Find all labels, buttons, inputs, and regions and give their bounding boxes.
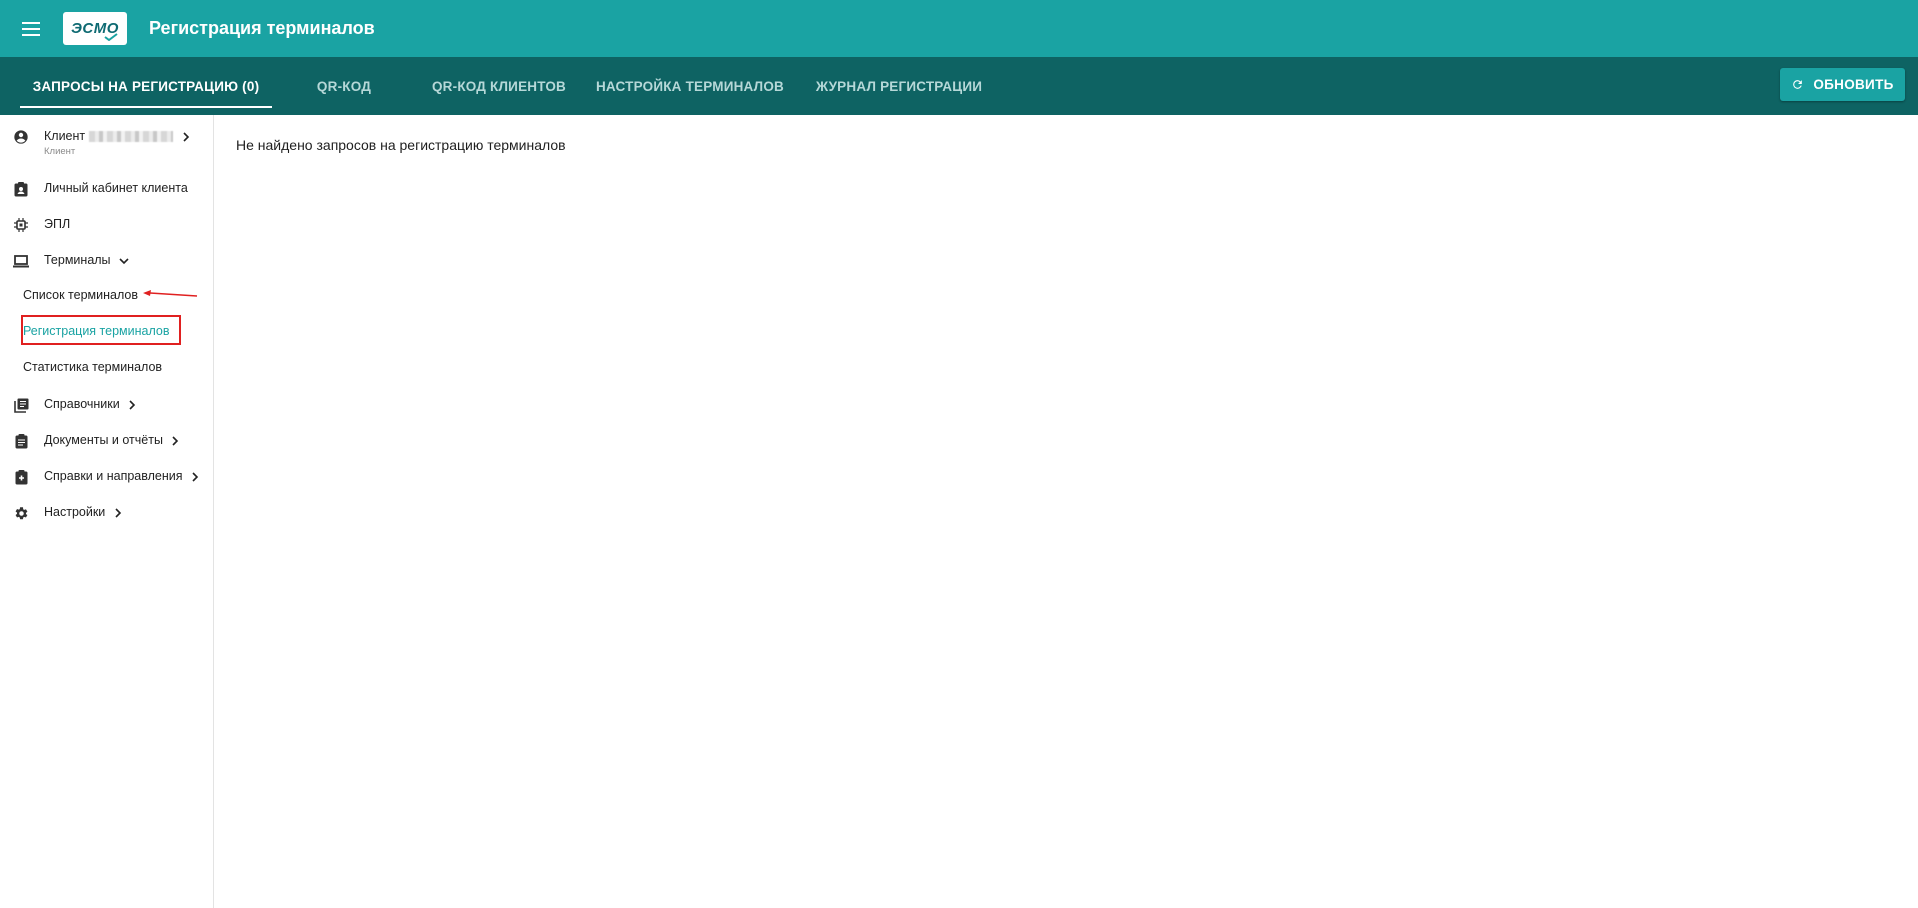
sidebar-item-documents-reports[interactable]: Документы и отчёты: [0, 431, 213, 451]
medical-clipboard-icon: [13, 469, 29, 485]
sidebar: Клиент Клиент Личный кабинет клиента ЭПЛ: [0, 115, 214, 908]
tab-registration-log[interactable]: ЖУРНАЛ РЕГИСТРАЦИИ: [808, 57, 990, 115]
sidebar-item-settings[interactable]: Настройки: [0, 503, 213, 523]
chevron-right-icon: [192, 472, 199, 482]
page-title: Регистрация терминалов: [149, 18, 375, 38]
sidebar-item-label: Личный кабинет клиента: [44, 181, 188, 195]
sidebar-item-label: Справочники: [44, 397, 120, 411]
annotation-arrow-icon: [143, 290, 198, 297]
clipboard-icon: [13, 433, 29, 449]
tab-terminal-settings[interactable]: НАСТРОЙКА ТЕРМИНАЛОВ: [590, 57, 790, 115]
refresh-label: ОБНОВИТЬ: [1813, 77, 1894, 92]
chevron-right-icon: [129, 400, 136, 410]
library-books-icon: [13, 397, 29, 413]
tab-label: QR-КОД: [316, 78, 372, 94]
esmo-logo[interactable]: ЭСМО: [63, 12, 127, 45]
empty-state-message: Не найдено запросов на регистрацию терми…: [236, 137, 566, 153]
sidebar-item-directories[interactable]: Справочники: [0, 395, 213, 415]
tab-label: ЖУРНАЛ РЕГИСТРАЦИИ: [815, 78, 983, 94]
tab-label: ЗАПРОСЫ НА РЕГИСТРАЦИЮ (0): [32, 78, 260, 94]
app-bar: ЭСМО Регистрация терминалов: [0, 0, 1918, 57]
contact-card-icon: [13, 181, 29, 197]
sidebar-item-label: Терминалы: [44, 253, 111, 267]
laptop-icon: [13, 253, 29, 269]
account-circle-icon: [13, 129, 29, 145]
tab-registration-requests[interactable]: ЗАПРОСЫ НА РЕГИСТРАЦИЮ (0): [20, 57, 272, 115]
chevron-right-icon: [183, 132, 189, 142]
chevron-right-icon: [115, 508, 121, 518]
main-content: Не найдено запросов на регистрацию терми…: [215, 115, 1918, 908]
sidebar-subitem-terminal-list[interactable]: Список терминалов: [23, 288, 138, 302]
sidebar-item-terminals[interactable]: Терминалы: [0, 251, 213, 271]
active-tab-indicator: [20, 106, 272, 108]
user-menu[interactable]: Клиент Клиент: [0, 129, 213, 157]
gear-icon: [13, 505, 29, 521]
tab-clients-qr-code[interactable]: QR-КОД КЛИЕНТОВ: [416, 57, 582, 115]
refresh-icon: [1793, 80, 1803, 89]
sidebar-item-label: Настройки: [44, 505, 106, 519]
sidebar-item-certificates-referrals[interactable]: Справки и направления: [0, 467, 213, 487]
chevron-down-icon: [119, 258, 129, 264]
redacted-name: [89, 131, 174, 143]
sidebar-subitem-terminal-registration[interactable]: Регистрация терминалов: [23, 324, 170, 338]
chip-icon: [13, 217, 29, 233]
refresh-button[interactable]: ОБНОВИТЬ: [1780, 68, 1905, 101]
sidebar-item-label: Справки и направления: [44, 469, 183, 483]
sidebar-item-epl[interactable]: ЭПЛ: [0, 215, 213, 235]
sidebar-item-client-cabinet[interactable]: Личный кабинет клиента: [0, 179, 213, 199]
tab-qr-code[interactable]: QR-КОД: [292, 57, 396, 115]
sidebar-subitem-terminal-statistics[interactable]: Статистика терминалов: [23, 360, 162, 374]
tab-label: QR-КОД КЛИЕНТОВ: [431, 78, 566, 94]
user-role: Клиент: [44, 146, 76, 157]
tab-label: НАСТРОЙКА ТЕРМИНАЛОВ: [595, 78, 784, 94]
chevron-right-icon: [172, 436, 179, 446]
sidebar-item-label: Документы и отчёты: [44, 433, 163, 447]
user-name: Клиент: [44, 129, 86, 143]
sidebar-item-label: ЭПЛ: [44, 217, 71, 231]
menu-icon[interactable]: [16, 14, 46, 44]
tab-bar: ЗАПРОСЫ НА РЕГИСТРАЦИЮ (0) QR-КОД QR-КОД…: [0, 57, 1918, 115]
